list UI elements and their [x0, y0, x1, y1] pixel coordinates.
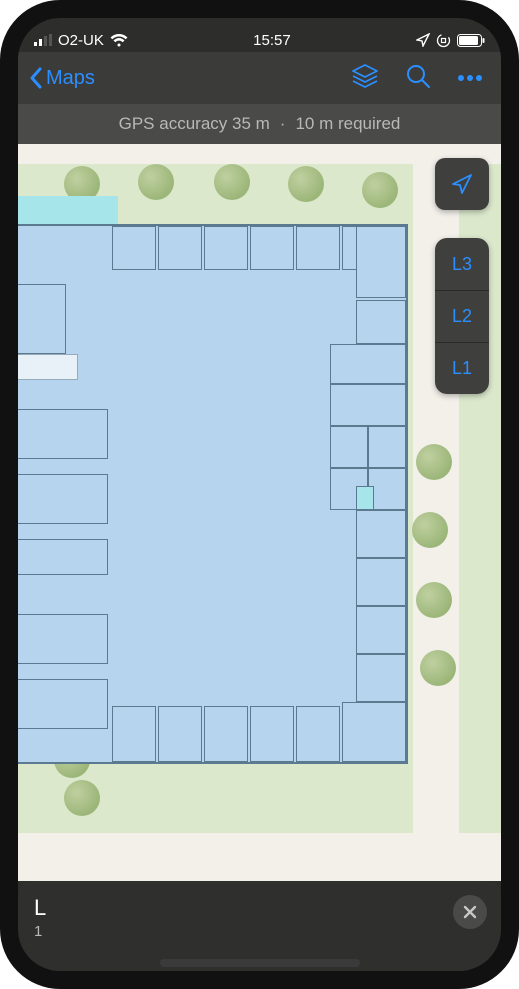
room [158, 226, 202, 270]
carrier-label: O2-UK [58, 32, 104, 49]
search-icon [405, 63, 431, 89]
room [356, 226, 406, 298]
orientation-lock-icon [436, 33, 451, 48]
layers-icon [351, 63, 379, 89]
room [250, 226, 294, 270]
tree-icon [138, 164, 174, 200]
more-button[interactable] [457, 69, 483, 87]
wifi-icon [110, 34, 128, 47]
map-canvas[interactable]: L3 L2 L1 [18, 144, 501, 881]
layers-button[interactable] [351, 63, 379, 94]
tree-icon [416, 444, 452, 480]
room [18, 614, 108, 664]
room [356, 558, 406, 606]
room [18, 409, 108, 459]
room [356, 510, 406, 558]
map-path [18, 833, 501, 881]
ellipsis-icon [457, 74, 483, 82]
level-button-l2[interactable]: L2 [435, 290, 489, 342]
level-button-l3[interactable]: L3 [435, 238, 489, 290]
room [342, 702, 406, 762]
tree-icon [362, 172, 398, 208]
tree-icon [288, 166, 324, 202]
separator-dot: · [280, 114, 286, 134]
room [356, 300, 406, 344]
tree-icon [420, 650, 456, 686]
map-buttons: L3 L2 L1 [435, 158, 489, 394]
locate-me-button[interactable] [435, 158, 489, 210]
location-arrow-icon [416, 33, 430, 47]
room [330, 384, 406, 426]
room [112, 706, 156, 762]
tree-icon [214, 164, 250, 200]
back-button[interactable]: Maps [28, 66, 95, 90]
room [158, 706, 202, 762]
close-sheet-button[interactable] [453, 895, 487, 929]
battery-icon [457, 34, 485, 47]
room [18, 284, 66, 354]
room [18, 474, 108, 524]
selected-room [356, 486, 374, 510]
gps-accuracy-banner: GPS accuracy 35 m · 10 m required [18, 104, 501, 144]
clock: 15:57 [253, 32, 291, 49]
sheet-title: L [34, 895, 485, 921]
back-label: Maps [46, 67, 95, 90]
tree-icon [412, 512, 448, 548]
corridor [18, 354, 78, 380]
room [356, 654, 406, 702]
sheet-subtitle: 1 [34, 923, 485, 940]
gps-accuracy-text: GPS accuracy 35 m [119, 114, 270, 134]
gps-required-text: 10 m required [295, 114, 400, 134]
room [330, 426, 368, 468]
bottom-sheet[interactable]: L 1 [18, 881, 501, 971]
navigation-arrow-icon [450, 172, 474, 196]
room [204, 706, 248, 762]
tree-icon [64, 780, 100, 816]
room [330, 344, 406, 384]
floor-level-switcher: L3 L2 L1 [435, 238, 489, 394]
close-icon [462, 904, 478, 920]
room [18, 679, 108, 729]
level-button-l1[interactable]: L1 [435, 342, 489, 394]
status-bar: O2-UK 15:57 [18, 18, 501, 52]
nav-bar: Maps [18, 52, 501, 104]
room [356, 606, 406, 654]
building-roof [18, 196, 118, 224]
chevron-left-icon [28, 66, 44, 90]
search-button[interactable] [405, 63, 431, 94]
room [296, 226, 340, 270]
room [368, 426, 406, 468]
room [250, 706, 294, 762]
room [204, 226, 248, 270]
room [112, 226, 156, 270]
tree-icon [416, 582, 452, 618]
signal-icon [34, 34, 52, 46]
phone-frame: O2-UK 15:57 Maps [0, 0, 519, 989]
room [296, 706, 340, 762]
room [18, 539, 108, 575]
screen: O2-UK 15:57 Maps [18, 18, 501, 971]
